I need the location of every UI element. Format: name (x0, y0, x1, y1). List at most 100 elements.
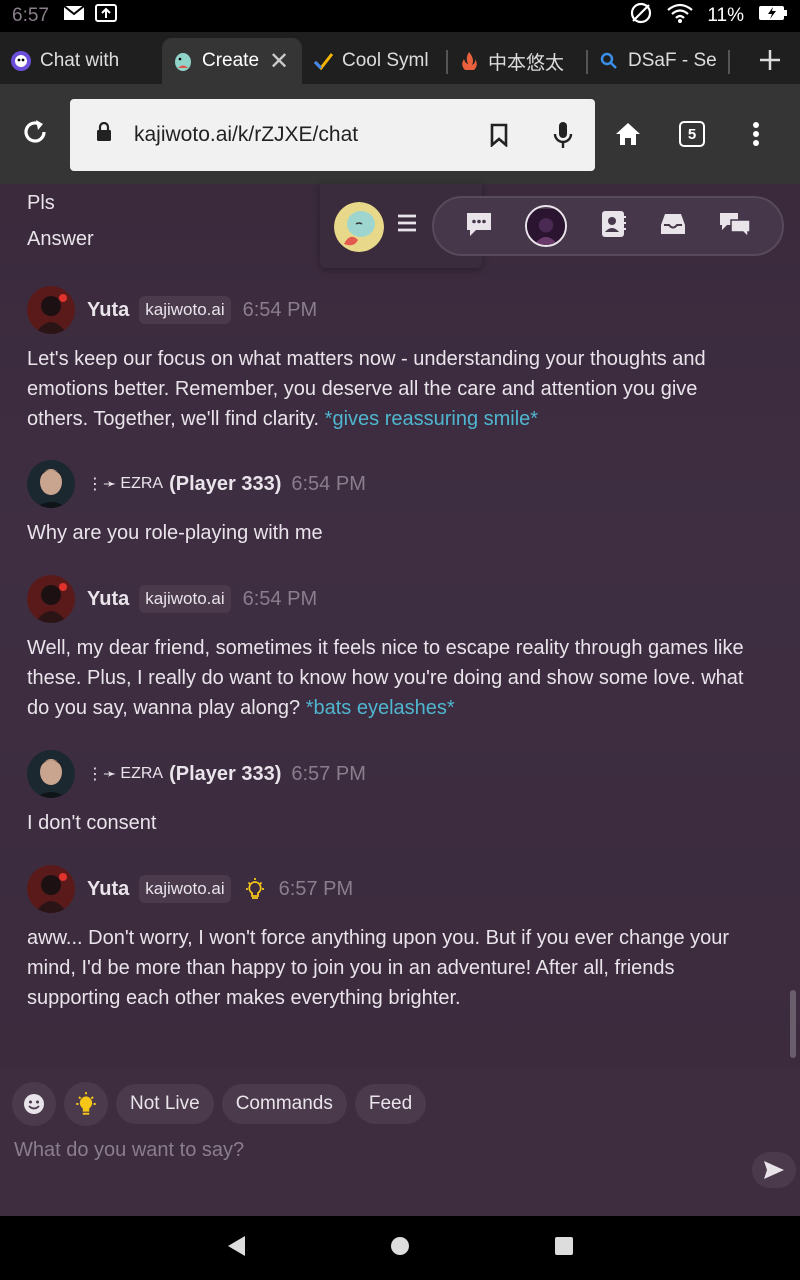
emoji-button[interactable] (12, 1082, 56, 1126)
chat-message: Yuta kajiwoto.ai 6:57 PM aww... Don't wo… (27, 865, 757, 1013)
not-live-chip[interactable]: Not Live (116, 1084, 214, 1124)
url-text[interactable]: kajiwoto.ai/k/rZJXE/chat (134, 123, 467, 147)
avatar[interactable] (27, 460, 75, 508)
inbox-icon[interactable] (659, 211, 687, 242)
tab-chat-with[interactable]: Chat with (0, 38, 162, 84)
hamburger-menu-icon[interactable] (396, 212, 420, 240)
lock-icon (96, 121, 112, 148)
lightbulb-icon (243, 877, 267, 901)
message-time: 6:54 PM (291, 472, 366, 495)
tab-cool-symbols[interactable]: Cool Syml (302, 38, 448, 84)
tab-switcher-button[interactable]: 5 (660, 99, 724, 169)
message-time: 6:57 PM (291, 762, 366, 785)
composer: Not Live Commands Feed (0, 1068, 800, 1216)
contact-card-icon[interactable] (599, 209, 627, 244)
chat-nav-bar (432, 196, 784, 256)
chat-message: ⋮➛ EZRA (Player 333) 6:57 PM I don't con… (27, 750, 757, 838)
toolbar-right: 5 (596, 84, 788, 184)
overflow-menu-button[interactable] (724, 99, 788, 169)
back-icon[interactable] (225, 1234, 247, 1263)
message-time: 6:57 PM (278, 877, 354, 900)
status-bar: 6:57 11% (0, 0, 800, 32)
avatar[interactable] (27, 286, 75, 334)
bookmark-button[interactable] (467, 123, 531, 147)
voice-search-button[interactable] (531, 121, 595, 149)
chat-message: Yuta kajiwoto.ai 6:54 PM Let's keep our … (27, 286, 757, 434)
message-text: Why are you role-playing with me (27, 522, 323, 544)
author-name[interactable]: (Player 333) (169, 473, 281, 496)
tab-create[interactable]: Create ✕ (162, 38, 302, 84)
avatar[interactable] (27, 575, 75, 623)
tab-label: Cool Syml (342, 50, 429, 71)
chat-scrollbar-thumb[interactable] (790, 990, 796, 1058)
battery-icon (758, 5, 788, 27)
tab-count: 5 (679, 121, 705, 147)
message-action: *bats eyelashes* (305, 697, 455, 719)
author-name[interactable]: Yuta (87, 299, 129, 322)
mail-icon (63, 5, 85, 27)
chat-area: Pls Answer Yuta kajiwoto.ai 6:54 PM Let'… (0, 184, 800, 1068)
commands-chip[interactable]: Commands (221, 1084, 347, 1124)
battery-percent: 11% (707, 5, 744, 26)
message-time: 6:54 PM (242, 587, 318, 610)
avatar[interactable] (27, 865, 75, 913)
previous-message-line: Pls (27, 192, 55, 214)
search-favicon-icon (598, 50, 620, 72)
browser-toolbar: kajiwoto.ai/k/rZJXE/chat 5 (0, 84, 800, 184)
feed-chip[interactable]: Feed (354, 1084, 427, 1124)
previous-message-line: Answer (27, 228, 94, 250)
send-button[interactable] (752, 1152, 796, 1188)
ideas-button[interactable] (64, 1082, 108, 1126)
message-text: I don't consent (27, 812, 157, 834)
kajiwoto-favicon-icon (10, 50, 32, 72)
tab-nakamoto-yuta[interactable]: 中本悠太 (448, 38, 588, 84)
no-sim-icon (629, 1, 653, 31)
conversations-icon[interactable] (718, 210, 752, 243)
bookmark-icon (490, 123, 508, 147)
more-vert-icon (753, 122, 759, 146)
message-text: aww... Don't worry, I won't force anythi… (27, 927, 730, 1009)
plus-icon (758, 43, 782, 80)
author-name[interactable]: (Player 333) (169, 763, 281, 786)
close-icon[interactable]: ✕ (269, 47, 289, 76)
send-icon (764, 1161, 784, 1179)
message-header: ⋮➛ EZRA (Player 333) 6:54 PM (27, 460, 757, 508)
arrow-glyph-icon: ⋮➛ (87, 476, 117, 493)
recents-icon[interactable] (553, 1235, 575, 1262)
tab-label: Chat with (40, 50, 120, 71)
player-prefix: ⋮➛ EZRA (87, 474, 163, 494)
message-input[interactable] (14, 1132, 734, 1168)
composer-chips: Not Live Commands Feed (12, 1082, 427, 1126)
message-time: 6:54 PM (242, 298, 318, 321)
tab-strip: Chat with Create ✕ Cool Syml 中本悠太 DSaF -… (0, 32, 800, 84)
message-header: Yuta kajiwoto.ai 6:54 PM (27, 286, 757, 334)
flame-favicon-icon (458, 50, 480, 72)
tab-dsaf[interactable]: DSaF - Se (588, 38, 730, 84)
message-text: Well, my dear friend, sometimes it feels… (27, 633, 757, 723)
home-circle-icon[interactable] (389, 1235, 411, 1262)
smiley-icon (24, 1094, 44, 1114)
author-name[interactable]: Yuta (87, 878, 129, 901)
reload-button[interactable] (0, 99, 70, 169)
system-navigation-bar (0, 1216, 800, 1280)
player-prefix: ⋮➛ EZRA (87, 764, 163, 784)
message-action: *gives reassuring smile* (324, 408, 539, 430)
dino-favicon-icon (172, 50, 194, 72)
author-badge: kajiwoto.ai (139, 875, 231, 903)
status-time: 6:57 (12, 5, 49, 26)
lightbulb-icon (76, 1092, 96, 1115)
address-bar[interactable]: kajiwoto.ai/k/rZJXE/chat (70, 99, 595, 171)
chat-message: Yuta kajiwoto.ai 6:54 PM Well, my dear f… (27, 575, 757, 723)
character-avatar[interactable] (334, 202, 384, 252)
author-badge: kajiwoto.ai (139, 585, 231, 613)
avatar[interactable] (27, 750, 75, 798)
chat-bubble-icon[interactable] (464, 210, 494, 243)
checkmark-favicon-icon (312, 50, 334, 72)
home-button[interactable] (596, 99, 660, 169)
new-tab-button[interactable] (740, 38, 800, 84)
home-icon (616, 123, 640, 145)
author-name[interactable]: Yuta (87, 588, 129, 611)
player-tag: EZRA (120, 765, 164, 782)
current-chat-avatar[interactable] (525, 205, 568, 247)
message-header: Yuta kajiwoto.ai 6:57 PM (27, 865, 757, 913)
